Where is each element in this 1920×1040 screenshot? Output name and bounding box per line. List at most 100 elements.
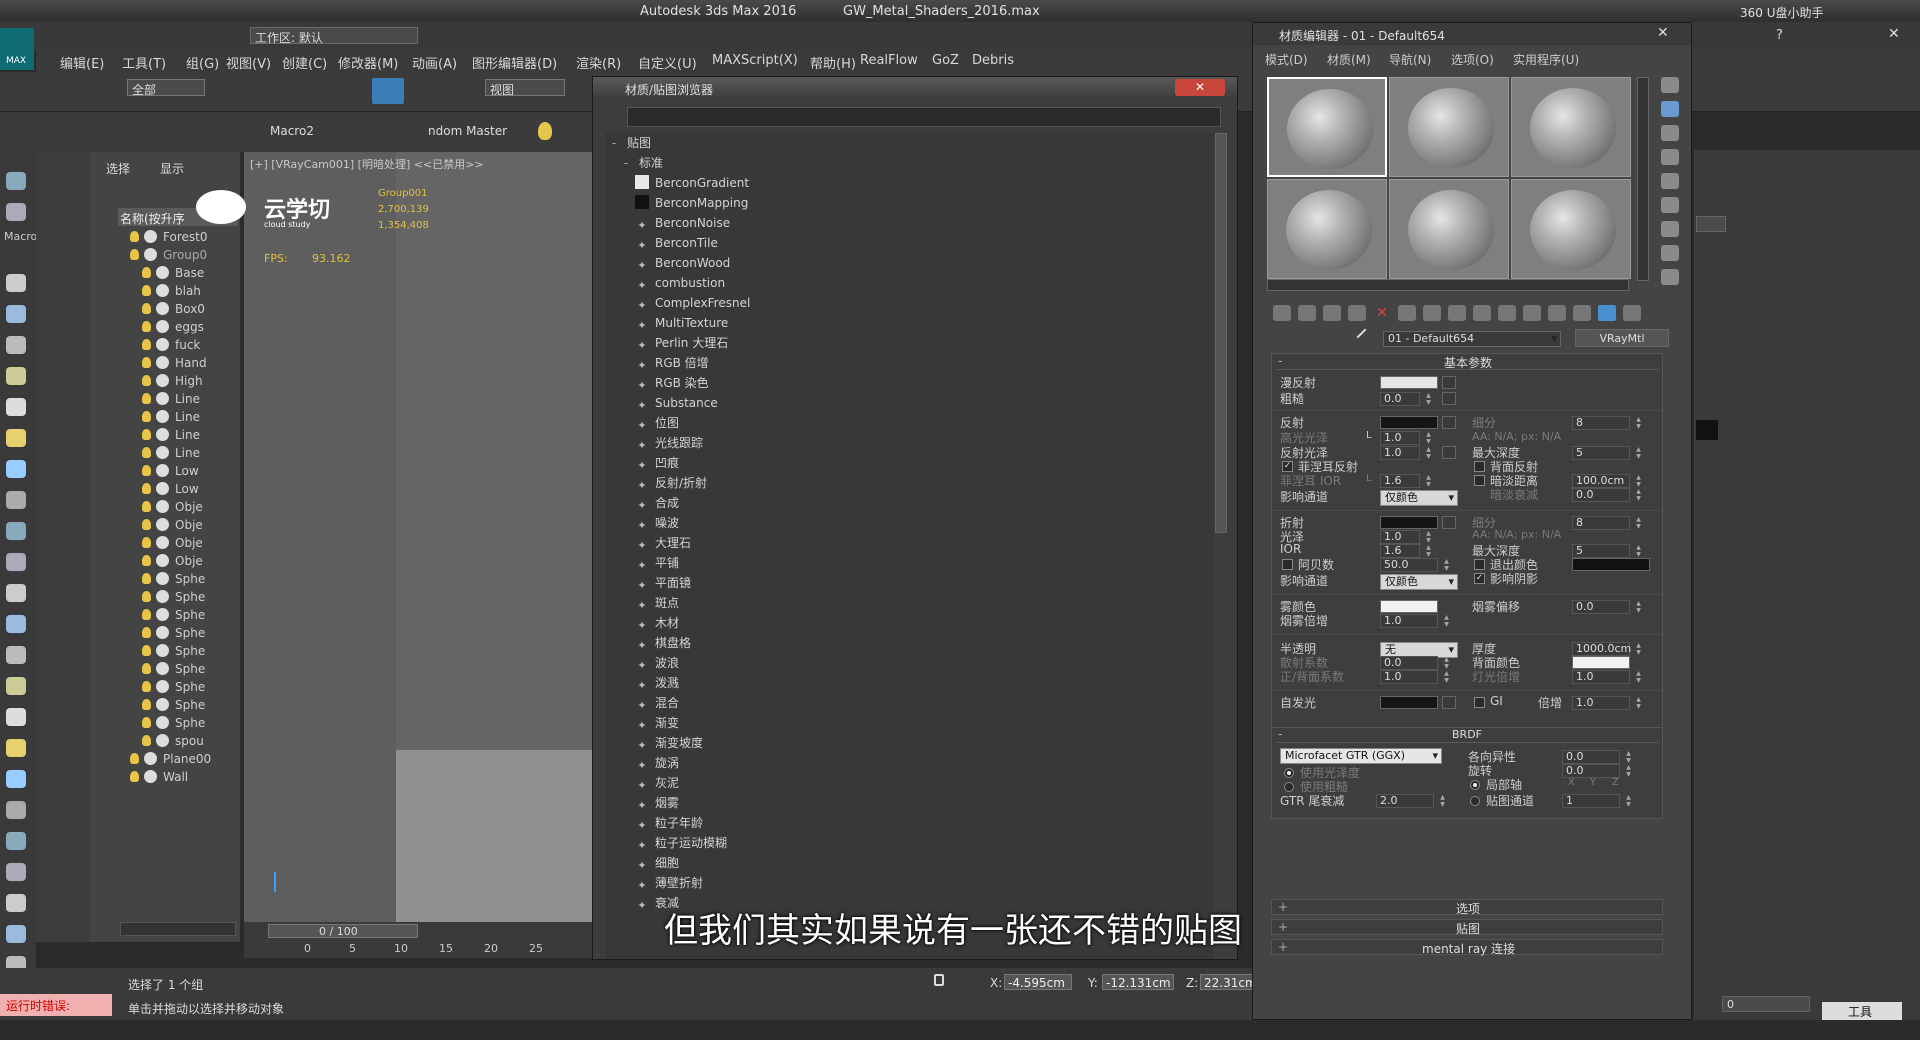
tree-item[interactable]: Sphe	[118, 696, 205, 714]
tree-item[interactable]: Wall	[118, 768, 188, 786]
tree-item[interactable]: fuck	[118, 336, 200, 354]
ior-spinner[interactable]: 1.6	[1380, 544, 1433, 558]
workspace-dropdown[interactable]: 工作区: 默认	[250, 27, 418, 45]
slots-scrollbar[interactable]	[1637, 77, 1649, 281]
map-item[interactable]: ✦ 位图	[605, 413, 1213, 433]
light-bulb-icon[interactable]	[130, 771, 139, 782]
refl-gloss-spinner[interactable]: 1.0	[1380, 446, 1433, 460]
reflect-swatch[interactable]	[1380, 416, 1438, 429]
tool-icon-20[interactable]	[6, 832, 26, 850]
map-item[interactable]: ✦ 渐变	[605, 713, 1213, 733]
tree-item[interactable]: blah	[118, 282, 201, 300]
side-tool-icon[interactable]	[1661, 101, 1679, 117]
reflect-maxdepth-spinner[interactable]: 5	[1572, 446, 1643, 460]
light-bulb-icon[interactable]	[142, 717, 151, 728]
selfillum-mult-spinner[interactable]: 1.0	[1572, 696, 1643, 710]
roughness-spinner[interactable]: 0.0	[1380, 392, 1433, 406]
selfillum-swatch[interactable]	[1380, 696, 1438, 709]
browser-search-input[interactable]	[627, 107, 1221, 127]
exit-color-checkbox[interactable]	[1474, 559, 1485, 570]
tree-item[interactable]: Sphe	[118, 588, 205, 606]
use-gloss-radio[interactable]	[1284, 768, 1294, 778]
tree-item[interactable]: Sphe	[118, 606, 205, 624]
light-bulb-icon[interactable]	[142, 663, 151, 674]
side-tool-icon[interactable]	[1661, 173, 1679, 189]
tool-icon-10[interactable]	[6, 522, 26, 540]
viewport-label[interactable]: [+] [VRayCam001] [明暗处理] <<已禁用>>	[250, 156, 484, 172]
sample-slot-3[interactable]	[1511, 77, 1631, 177]
map-item[interactable]: ✦ 混合	[605, 693, 1213, 713]
map-item[interactable]: ✦ BerconTile	[605, 233, 1213, 253]
menu-item-2[interactable]: 组(G)	[186, 53, 219, 72]
light-bulb-icon[interactable]	[142, 429, 151, 440]
menu-item-11[interactable]: 帮助(H)	[810, 53, 856, 72]
slots-hscrollbar[interactable]	[1267, 279, 1629, 291]
side-tool-icon[interactable]	[1661, 149, 1679, 165]
gtr-spinner[interactable]: 2.0	[1376, 794, 1447, 808]
browser-scrollbar[interactable]	[1215, 133, 1227, 533]
menu-item-7[interactable]: 图形编辑器(D)	[472, 53, 557, 72]
affect-shadow-checkbox[interactable]: ✓	[1474, 573, 1485, 584]
lock-icon[interactable]	[934, 974, 944, 986]
editor-tool-icon[interactable]	[1523, 305, 1541, 321]
diffuse-swatch[interactable]	[1380, 376, 1438, 389]
tool-icon-1[interactable]	[6, 203, 26, 221]
light-bulb-icon[interactable]	[142, 699, 151, 710]
light-bulb-icon[interactable]	[142, 735, 151, 746]
tree-item[interactable]: Sphe	[118, 660, 205, 678]
fog-mult-spinner[interactable]: 1.0	[1380, 614, 1451, 628]
tool-icon-16[interactable]	[6, 708, 26, 726]
menu-item-12[interactable]: RealFlow	[860, 53, 918, 68]
rollout-options[interactable]: + 选项	[1271, 899, 1663, 916]
editor-tool-icon[interactable]	[1423, 305, 1441, 321]
light-bulb-icon[interactable]	[142, 555, 151, 566]
editor-tool-icon[interactable]	[1273, 305, 1291, 321]
editor-tool-icon[interactable]	[1348, 305, 1366, 321]
tool-icon-5[interactable]	[6, 367, 26, 385]
map-item[interactable]: ✦ 光线跟踪	[605, 433, 1213, 453]
tab-display[interactable]: 显示	[160, 160, 184, 177]
abbe-spinner[interactable]: 50.0	[1380, 558, 1451, 572]
menu-item-1[interactable]: 工具(T)	[122, 53, 166, 72]
refract-channel-dropdown[interactable]: 仅颜色	[1380, 574, 1458, 590]
tree-item[interactable]: Line	[118, 426, 200, 444]
tree-item[interactable]: Forest0	[118, 228, 207, 246]
editor-tool-icon[interactable]	[1548, 305, 1566, 321]
tool-icon-4[interactable]	[6, 336, 26, 354]
material-type-button[interactable]: VRayMtl	[1575, 329, 1669, 347]
fog-color-swatch[interactable]	[1380, 600, 1438, 613]
light-bulb-icon[interactable]	[142, 591, 151, 602]
light-bulb-icon[interactable]	[142, 573, 151, 584]
side-tool-icon[interactable]	[1661, 245, 1679, 261]
light-bulb-icon[interactable]	[142, 357, 151, 368]
fresnel-lock-l[interactable]: L	[1366, 473, 1372, 484]
light-bulb-icon[interactable]	[142, 501, 151, 512]
map-channel-radio[interactable]	[1470, 796, 1480, 806]
random-master-button[interactable]: ndom Master	[428, 124, 507, 138]
show-map-icon[interactable]	[1598, 305, 1616, 321]
refract-map-button[interactable]	[1442, 516, 1456, 529]
thickness-spinner[interactable]: 1000.0cm	[1572, 642, 1643, 656]
light-bulb-icon[interactable]	[142, 375, 151, 386]
light-bulb-icon[interactable]	[142, 483, 151, 494]
light-bulb-icon[interactable]	[130, 231, 139, 242]
map-item[interactable]: ✦ 木材	[605, 613, 1213, 633]
sample-slot-1[interactable]	[1267, 77, 1387, 177]
light-bulb-icon[interactable]	[142, 537, 151, 548]
tree-item[interactable]: Hand	[118, 354, 207, 372]
brdf-type-dropdown[interactable]: Microfacet GTR (GGX)	[1280, 748, 1442, 764]
subgroup-standard[interactable]: - 标准	[605, 153, 1213, 173]
map-item[interactable]: ✦ 灰泥	[605, 773, 1213, 793]
light-bulb-icon[interactable]	[142, 627, 151, 638]
tree-item[interactable]: Sphe	[118, 570, 205, 588]
tools-button[interactable]: 工具	[1822, 1002, 1902, 1020]
abbe-checkbox[interactable]	[1282, 559, 1293, 570]
command-dropdown[interactable]	[1696, 216, 1726, 232]
tree-item[interactable]: eggs	[118, 318, 204, 336]
time-slider[interactable]: 0 / 100	[268, 924, 418, 938]
tree-item[interactable]: Obje	[118, 552, 203, 570]
menu-item-4[interactable]: 创建(C)	[282, 53, 327, 72]
back-color-swatch[interactable]	[1572, 656, 1630, 669]
tree-item[interactable]: Low	[118, 480, 199, 498]
view-dropdown[interactable]: 视图	[485, 79, 565, 97]
